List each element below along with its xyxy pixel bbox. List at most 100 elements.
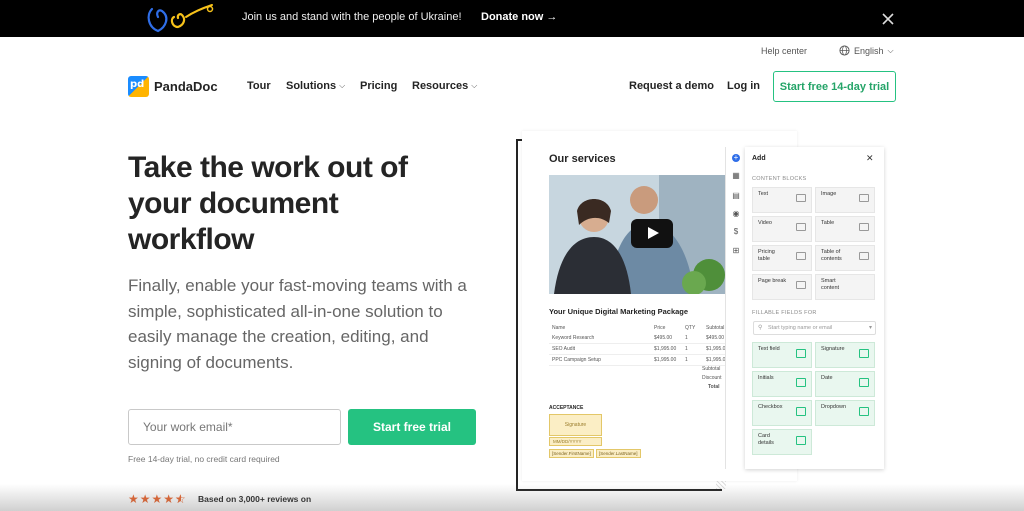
help-center-link[interactable]: Help center [761, 46, 807, 56]
close-icon[interactable]: ✕ [866, 153, 874, 164]
layout-icon[interactable]: ▤ [732, 192, 740, 200]
hero-headline: Take the work out of your document workf… [128, 151, 408, 256]
checkbox-icon [796, 407, 806, 416]
sender-lastname-field[interactable]: [Sender.LastName] [596, 449, 641, 458]
package-title: Your Unique Digital Marketing Package [549, 307, 689, 316]
pandadoc-mark-icon: pd [128, 76, 149, 97]
scissors-icon [796, 281, 806, 289]
summary-total: Total [708, 384, 720, 390]
dollar-icon[interactable]: $ [732, 228, 740, 236]
nav-item-solutions[interactable]: Solutions ⌵ [286, 80, 345, 92]
close-icon[interactable] [880, 11, 896, 27]
text-field-icon [796, 349, 806, 358]
field-label: Initials [758, 375, 774, 381]
sender-firstname-field[interactable]: [Sender.FirstName] [549, 449, 594, 458]
heart-logo-icon [147, 4, 214, 33]
video-icon [796, 223, 806, 231]
acceptance-heading: ACCEPTANCE [549, 405, 584, 411]
text-icon [796, 194, 806, 202]
date-field[interactable]: MM/DD/YYYY [549, 437, 602, 446]
field-label: Dropdown [821, 404, 847, 410]
table-cell: $495.00 [654, 335, 673, 341]
table-cell: 1 [685, 346, 688, 352]
field-label: Checkbox [758, 404, 783, 410]
table-header: QTY [685, 324, 696, 331]
grid-icon[interactable]: ⊞ [732, 247, 740, 255]
hero-subheadline: Finally, enable your fast-moving teams w… [128, 276, 467, 372]
block-smart-content[interactable]: Smart content [815, 274, 875, 300]
field-checkbox[interactable]: Checkbox [752, 400, 812, 426]
dropdown-icon [859, 407, 869, 416]
table-header-row: Name Price QTY Subtotal [549, 322, 729, 333]
signature-field[interactable]: Signature [549, 414, 602, 436]
nav-item-tour[interactable]: Tour [247, 80, 271, 92]
field-label: Signature [821, 346, 845, 352]
table-header: Price [654, 324, 666, 331]
brand-logo[interactable]: pd PandaDoc [128, 76, 218, 97]
field-label: Card details [758, 433, 774, 446]
language-selector[interactable]: English ⌵ [839, 45, 894, 56]
field-text[interactable]: Text field [752, 342, 812, 368]
request-demo-link[interactable]: Request a demo [629, 80, 714, 92]
start-trial-nav-button[interactable]: Start free 14-day trial [773, 71, 896, 102]
nav-item-resources[interactable]: Resources ⌵ [412, 80, 477, 92]
calendar-icon [859, 378, 869, 387]
field-date[interactable]: Date [815, 371, 875, 397]
login-link[interactable]: Log in [727, 80, 760, 92]
nav-label: Tour [247, 80, 271, 92]
block-pricing-table[interactable]: Pricing table [752, 245, 812, 271]
email-input[interactable] [128, 409, 341, 445]
donate-link[interactable]: Donate now → [481, 11, 557, 23]
recipient-search-input[interactable]: ⚲ Start typing name or email ▾ [753, 321, 876, 335]
summary-discount: Discount [702, 375, 722, 381]
table-cell: SEO Audit [552, 346, 576, 352]
globe-icon [839, 45, 850, 56]
trial-fine-print: Free 14-day trial, no credit card requir… [128, 454, 280, 464]
block-video[interactable]: Video [752, 216, 812, 242]
block-label: Page break [758, 278, 787, 284]
signature-icon [859, 349, 869, 358]
field-card-details[interactable]: Card details [752, 429, 812, 455]
brand-name: PandaDoc [154, 79, 218, 94]
search-placeholder: Start typing name or email [768, 325, 833, 331]
initials-icon [796, 378, 806, 387]
nav-label: Pricing [360, 80, 398, 92]
field-label: Text field [758, 346, 780, 352]
block-label: Video [758, 220, 772, 226]
block-label: Pricing table [758, 249, 775, 262]
block-page-break[interactable]: Page break [752, 274, 812, 300]
table-header: Name [552, 324, 566, 331]
chevron-down-icon: ⌵ [887, 45, 894, 55]
field-initials[interactable]: Initials [752, 371, 812, 397]
table-icon [859, 223, 869, 231]
block-image[interactable]: Image [815, 187, 875, 213]
palette-icon[interactable]: ◉ [732, 210, 740, 218]
toc-icon [859, 252, 869, 260]
panel-title: Add [752, 155, 766, 162]
table-cell: 1 [685, 335, 688, 341]
nav-item-pricing[interactable]: Pricing [360, 80, 397, 92]
field-label: Date [821, 375, 833, 381]
content-blocks-label: CONTENT BLOCKS [752, 176, 807, 182]
table-cell: Keyword Research [552, 335, 595, 341]
block-label: Image [821, 191, 837, 197]
play-icon[interactable] [631, 219, 673, 248]
field-signature[interactable]: Signature [815, 342, 875, 368]
table-cell: PPC Campaign Setup [552, 357, 601, 363]
pricing-table: Name Price QTY Subtotal Keyword Research… [549, 322, 729, 366]
block-label: Table [821, 220, 835, 226]
block-table[interactable]: Table [815, 216, 875, 242]
field-dropdown[interactable]: Dropdown [815, 400, 875, 426]
start-free-trial-button[interactable]: Start free trial [348, 409, 476, 445]
doc-title: Our services [549, 153, 616, 165]
table-cell: 1 [685, 357, 688, 363]
summary-subtotal: Subtotal [702, 366, 721, 372]
chevron-down-icon: ⌵ [471, 81, 478, 90]
add-icon[interactable]: + [732, 154, 740, 162]
browser-viewport: Join us and stand with the people of Ukr… [0, 0, 1024, 511]
blocks-icon[interactable]: ▦ [732, 172, 740, 180]
rating-stars-icon: ★★★★☆★ [128, 492, 187, 506]
block-table-of-contents[interactable]: Table of contents [815, 245, 875, 271]
table-summary: Subtotal Discount Total [702, 365, 721, 392]
block-text[interactable]: Text [752, 187, 812, 213]
